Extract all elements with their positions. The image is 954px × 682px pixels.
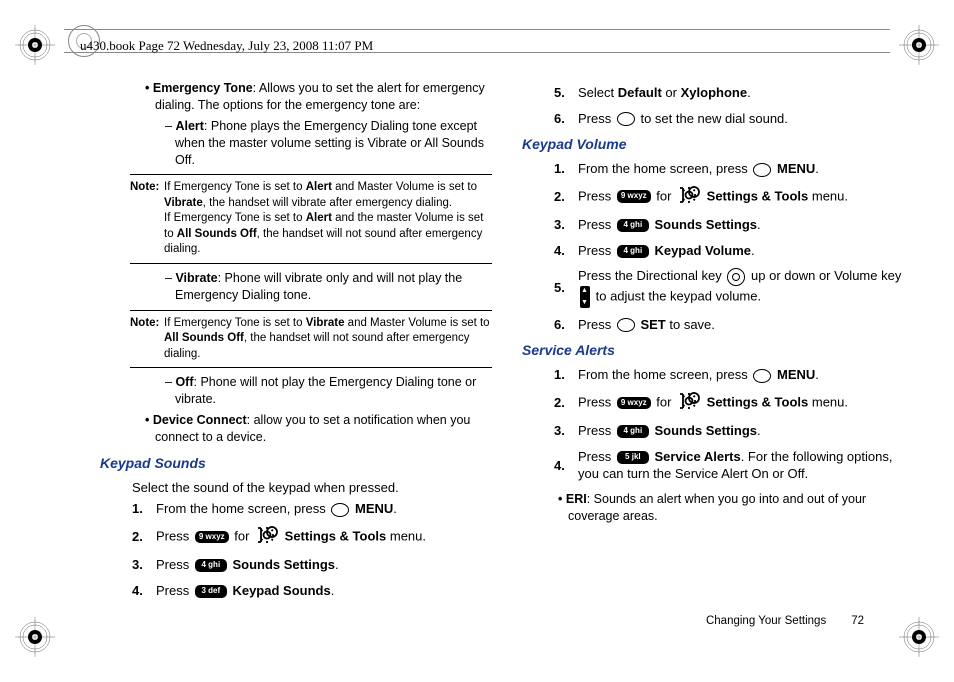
corner-ornament-tl	[15, 25, 55, 65]
settings-gear-icon	[677, 186, 701, 209]
keypad-sounds-intro: Select the sound of the keypad when pres…	[132, 479, 492, 497]
right-column: 5. Select Default or Xylophone. 6. Press…	[522, 80, 914, 607]
off-subitem: Off: Phone will not play the Emergency D…	[175, 374, 492, 408]
ok-icon	[617, 112, 635, 126]
kv-step-4: 4. Press 4 ghi Keypad Volume.	[554, 242, 914, 260]
heading-service-alerts: Service Alerts	[522, 341, 914, 360]
ks-step-5: 5. Select Default or Xylophone.	[554, 84, 914, 102]
key-4-icon: 4 ghi	[195, 559, 227, 572]
key-3-icon: 3 def	[195, 585, 227, 598]
page-header: u430.book Page 72 Wednesday, July 23, 20…	[80, 38, 373, 54]
heading-keypad-volume: Keypad Volume	[522, 135, 914, 154]
kv-step-1: 1. From the home screen, press MENU.	[554, 160, 914, 178]
heading-keypad-sounds: Keypad Sounds	[100, 454, 492, 473]
settings-gear-icon	[677, 392, 701, 415]
page-footer: Changing Your Settings72	[706, 615, 864, 627]
kv-step-5: 5. Press the Directional key up or down …	[554, 267, 914, 308]
ks-step-4: 4. Press 3 def Keypad Sounds.	[132, 582, 492, 600]
ok-icon	[331, 503, 349, 517]
key-4-icon: 4 ghi	[617, 245, 649, 258]
ks-step-3: 3. Press 4 ghi Sounds Settings.	[132, 556, 492, 574]
sa-step-1: 1. From the home screen, press MENU.	[554, 366, 914, 384]
ok-icon	[753, 163, 771, 177]
corner-ornament-tr	[899, 25, 939, 65]
directional-key-icon	[727, 268, 745, 286]
eri-bullet: ERI: Sounds an alert when you go into an…	[568, 491, 914, 525]
volume-key-icon	[580, 286, 590, 308]
sa-step-4: 4. Press 5 jkl Service Alerts. For the f…	[554, 448, 914, 483]
kv-step-6: 6. Press SET to save.	[554, 316, 914, 334]
kv-step-2: 2. Press 9 wxyz for Settings & Tools men…	[554, 186, 914, 209]
ok-icon	[753, 369, 771, 383]
sa-step-2: 2. Press 9 wxyz for Settings & Tools men…	[554, 392, 914, 415]
key-4-icon: 4 ghi	[617, 425, 649, 438]
ok-icon	[617, 318, 635, 332]
left-column: Emergency Tone: Allows you to set the al…	[100, 80, 492, 607]
device-connect-item: Device Connect: allow you to set a notif…	[155, 412, 492, 446]
note-2: Note: If Emergency Tone is set to Vibrat…	[130, 310, 492, 369]
vibrate-subitem: Vibrate: Phone will vibrate only and wil…	[175, 270, 492, 304]
key-9-icon: 9 wxyz	[617, 190, 651, 203]
alert-subitem: Alert: Phone plays the Emergency Dialing…	[175, 118, 492, 169]
key-9-icon: 9 wxyz	[195, 531, 229, 544]
corner-ornament-br	[899, 617, 939, 657]
ks-step-1: 1. From the home screen, press MENU.	[132, 500, 492, 518]
ks-step-2: 2. Press 9 wxyz for Settings & Tools men…	[132, 526, 492, 549]
kv-step-3: 3. Press 4 ghi Sounds Settings.	[554, 216, 914, 234]
corner-ornament-bl	[15, 617, 55, 657]
sa-step-3: 3. Press 4 ghi Sounds Settings.	[554, 422, 914, 440]
ks-step-6: 6. Press to set the new dial sound.	[554, 110, 914, 128]
key-9-icon: 9 wxyz	[617, 397, 651, 410]
settings-gear-icon	[255, 526, 279, 549]
note-1: Note: If Emergency Tone is set to Alert …	[130, 174, 492, 264]
emergency-tone-item: Emergency Tone: Allows you to set the al…	[155, 80, 492, 114]
key-5-icon: 5 jkl	[617, 451, 649, 464]
key-4-icon: 4 ghi	[617, 219, 649, 232]
